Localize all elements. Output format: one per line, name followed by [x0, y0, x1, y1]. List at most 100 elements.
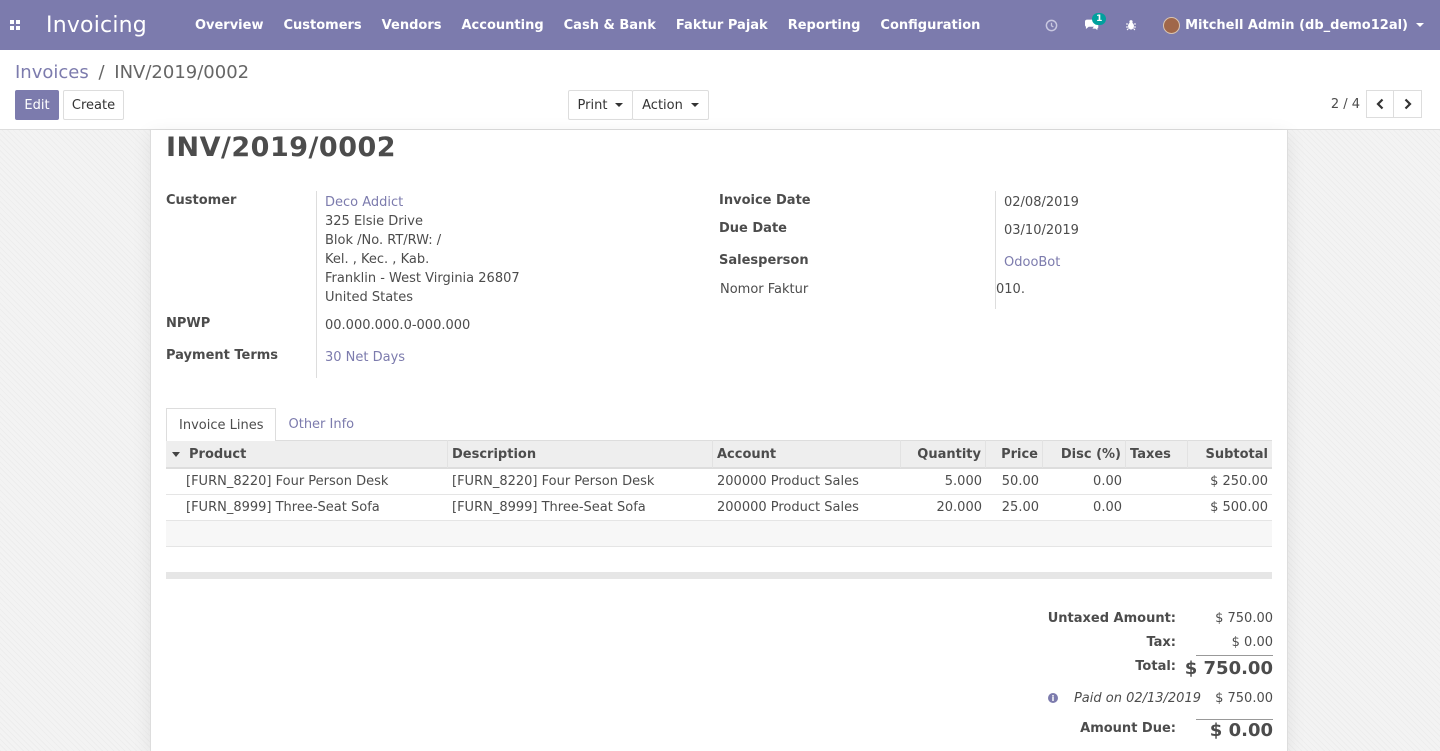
table-row[interactable]: [FURN_8220] Four Person Desk [FURN_8220]…	[166, 469, 1272, 495]
address-line-3: Kel. , Kec. , Kab.	[325, 252, 430, 267]
pager-previous-button[interactable]	[1366, 90, 1394, 118]
table-header: Product Description Account Quantity Pri…	[166, 440, 1272, 469]
sort-caret-icon[interactable]	[172, 451, 180, 457]
print-dropdown-button[interactable]: Print	[568, 90, 633, 120]
debug-bug-icon[interactable]	[1111, 0, 1151, 50]
user-caret-icon	[1416, 23, 1424, 27]
menu-faktur-pajak[interactable]: Faktur Pajak	[666, 0, 778, 50]
menu-customers[interactable]: Customers	[273, 0, 371, 50]
pager-next-button[interactable]	[1394, 90, 1422, 118]
column-taxes[interactable]: Taxes	[1126, 440, 1188, 468]
cell-price: 50.00	[1001, 474, 1039, 489]
cell-description: [FURN_8999] Three-Seat Sofa	[452, 500, 646, 515]
navbar-systray: 1 Mitchell Admin (db_demo12al)	[1031, 0, 1440, 50]
create-button[interactable]: Create	[63, 90, 124, 120]
pager: 2 / 4	[1331, 90, 1422, 118]
invoice-date-value: 02/08/2019	[1004, 195, 1079, 210]
table-row[interactable]: [FURN_8999] Three-Seat Sofa [FURN_8999] …	[166, 495, 1272, 521]
cell-discount: 0.00	[1093, 500, 1122, 515]
address-line-1: 325 Elsie Drive	[325, 214, 423, 229]
cell-account: 200000 Product Sales	[717, 500, 859, 515]
table-footer-separator	[166, 572, 1272, 579]
left-field-divider	[316, 191, 317, 378]
menu-overview[interactable]: Overview	[185, 0, 274, 50]
apps-menu-icon[interactable]	[0, 0, 30, 50]
npwp-value: 00.000.000.0-000.000	[325, 318, 471, 333]
menu-configuration[interactable]: Configuration	[870, 0, 990, 50]
action-caret-icon	[690, 103, 699, 107]
total-value: $ 750.00	[1184, 658, 1273, 679]
cell-price: 25.00	[1001, 500, 1039, 515]
control-panel: Invoices / INV/2019/0002 Edit Create Pri…	[0, 50, 1440, 130]
customer-label: Customer	[166, 193, 237, 208]
cell-subtotal: $ 250.00	[1210, 474, 1268, 489]
breadcrumb-current: INV/2019/0002	[114, 62, 250, 83]
tab-invoice-lines[interactable]: Invoice Lines	[166, 408, 277, 442]
payment-terms-label: Payment Terms	[166, 348, 279, 363]
tab-other-info[interactable]: Other Info	[276, 408, 366, 441]
user-name: Mitchell Admin (db_demo12al)	[1185, 17, 1408, 33]
cell-discount: 0.00	[1093, 474, 1122, 489]
activity-clock-icon[interactable]	[1031, 0, 1071, 50]
chat-badge: 1	[1092, 13, 1107, 25]
column-product-label: Product	[189, 446, 247, 462]
invoice-lines-table: Product Description Account Quantity Pri…	[166, 440, 1272, 547]
address-line-2: Blok /No. RT/RW: /	[325, 233, 442, 248]
column-quantity[interactable]: Quantity	[901, 440, 986, 468]
total-divider	[1196, 655, 1273, 656]
untaxed-amount-value: $ 750.00	[1215, 611, 1273, 626]
column-subtotal[interactable]: Subtotal	[1188, 440, 1272, 468]
payment-terms-link[interactable]: 30 Net Days	[325, 348, 405, 367]
cell-quantity: 20.000	[936, 500, 983, 515]
notebook-tabs: Invoice Lines Other Info	[166, 408, 1272, 442]
cell-subtotal: $ 500.00	[1210, 500, 1268, 515]
cell-quantity: 5.000	[944, 474, 982, 489]
invoice-title: INV/2019/0002	[166, 132, 397, 163]
tax-value: $ 0.00	[1231, 635, 1273, 650]
invoice-date-label: Invoice Date	[719, 193, 811, 208]
main-menu: Overview Customers Vendors Accounting Ca…	[185, 0, 990, 50]
column-discount[interactable]: Disc (%)	[1043, 440, 1126, 468]
cell-description: [FURN_8220] Four Person Desk	[452, 474, 655, 489]
pager-value[interactable]: 2 / 4	[1331, 97, 1360, 112]
paid-amount-value: $ 750.00	[1215, 691, 1273, 706]
cell-product: [FURN_8220] Four Person Desk	[186, 474, 389, 489]
menu-accounting[interactable]: Accounting	[451, 0, 553, 50]
due-date-value: 03/10/2019	[1004, 223, 1079, 238]
invoice-form-sheet: INV/2019/0002 Customer Deco Addict 325 E…	[150, 130, 1288, 751]
nomor-faktur-label: Nomor Faktur	[720, 282, 809, 297]
menu-cash-bank[interactable]: Cash & Bank	[554, 0, 666, 50]
nomor-faktur-value: 010.	[996, 282, 1025, 297]
tax-label: Tax:	[1146, 635, 1176, 650]
column-price[interactable]: Price	[986, 440, 1043, 468]
user-menu[interactable]: Mitchell Admin (db_demo12al)	[1151, 0, 1440, 50]
top-navbar: Invoicing Overview Customers Vendors Acc…	[0, 0, 1440, 50]
menu-vendors[interactable]: Vendors	[372, 0, 452, 50]
due-date-label: Due Date	[719, 221, 787, 236]
cell-account: 200000 Product Sales	[717, 474, 859, 489]
user-avatar	[1163, 16, 1181, 34]
column-description[interactable]: Description	[448, 440, 713, 468]
chevron-right-icon	[1404, 98, 1412, 110]
menu-reporting[interactable]: Reporting	[778, 0, 871, 50]
column-account[interactable]: Account	[713, 440, 901, 468]
app-name[interactable]: Invoicing	[46, 13, 147, 38]
address-line-4: Franklin - West Virginia 26807	[325, 271, 520, 286]
customer-link[interactable]: Deco Addict	[325, 193, 403, 212]
action-dropdown-button[interactable]: Action	[632, 90, 709, 120]
breadcrumb-separator: /	[98, 62, 105, 83]
cell-product: [FURN_8999] Three-Seat Sofa	[186, 500, 380, 515]
salesperson-link[interactable]: OdooBot	[1004, 253, 1060, 272]
table-empty-row	[166, 521, 1272, 547]
untaxed-amount-label: Untaxed Amount:	[1047, 611, 1176, 626]
column-product[interactable]: Product	[166, 440, 448, 468]
npwp-label: NPWP	[166, 316, 211, 331]
chevron-left-icon	[1376, 98, 1384, 110]
amount-due-value: $ 0.00	[1209, 720, 1273, 741]
salesperson-label: Salesperson	[719, 253, 809, 268]
address-line-5: United States	[325, 290, 414, 305]
breadcrumb-invoices-link[interactable]: Invoices	[15, 62, 89, 83]
edit-button[interactable]: Edit	[15, 90, 59, 120]
print-label: Print	[577, 97, 608, 113]
messaging-chat-icon[interactable]: 1	[1071, 0, 1111, 50]
